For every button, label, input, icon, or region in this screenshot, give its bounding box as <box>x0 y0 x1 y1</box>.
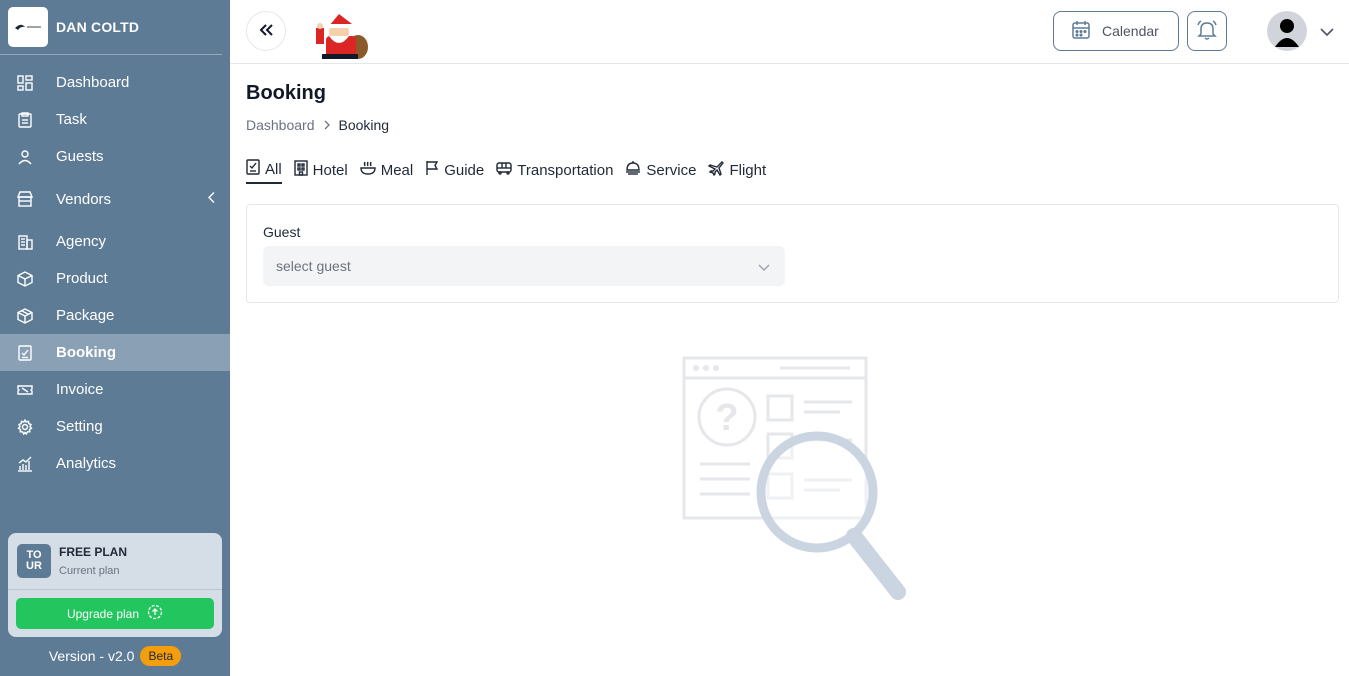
sidebar-item-setting[interactable]: Setting <box>0 408 230 445</box>
booking-type-tabs: All Hotel Meal Guide Transportation Serv… <box>246 159 766 184</box>
tab-label: Hotel <box>312 161 348 179</box>
checklist-icon <box>16 344 34 362</box>
tab-label: Guide <box>444 161 485 179</box>
tab-label: All <box>265 160 282 178</box>
sidebar-item-booking[interactable]: Booking <box>0 334 230 371</box>
breadcrumb-dashboard-link[interactable]: Dashboard <box>246 117 315 133</box>
company-name: DAN COLTD <box>56 19 140 35</box>
dashboard-icon <box>16 74 34 92</box>
calendar-icon <box>1071 20 1091 43</box>
chevron-down-icon[interactable] <box>1319 24 1335 42</box>
sidebar-item-label: Booking <box>56 344 116 361</box>
plan-info: TO UR FREE PLAN Current plan <box>8 533 222 590</box>
sidebar-item-label: Vendors <box>56 190 112 208</box>
upgrade-plan-button[interactable]: Upgrade plan <box>16 598 214 629</box>
brand[interactable]: DAN COLTD <box>0 0 222 55</box>
hotel-icon <box>293 160 308 180</box>
calendar-button[interactable]: Calendar <box>1053 11 1179 51</box>
guest-select[interactable]: select guest <box>263 246 785 286</box>
notifications-button[interactable] <box>1187 11 1227 51</box>
box-icon <box>16 270 34 288</box>
page-title: Booking <box>246 82 326 104</box>
gear-icon <box>16 418 34 436</box>
version-text: Version - v2.0 <box>48 648 135 664</box>
santa-decoration <box>312 14 370 69</box>
top-header: Calendar <box>230 0 1349 64</box>
double-chevron-left-icon <box>258 23 274 40</box>
service-icon <box>625 160 641 180</box>
sidebar-item-agency[interactable]: Agency <box>0 223 230 260</box>
sidebar-item-label: Analytics <box>56 455 117 472</box>
version-info: Version - v2.0 Beta <box>0 646 230 666</box>
tab-label: Transportation <box>517 161 614 179</box>
sidebar-item-label: Guests <box>56 148 104 165</box>
tab-flight[interactable]: Flight <box>708 159 766 184</box>
tab-meal[interactable]: Meal <box>360 159 414 184</box>
sidebar: DAN COLTD Dashboard Task Guests Vendors … <box>0 0 230 676</box>
tab-transportation[interactable]: Transportation <box>496 159 613 184</box>
upgrade-plan-label: Upgrade plan <box>66 606 140 621</box>
plane-icon <box>708 160 725 180</box>
sidebar-item-label: Task <box>56 111 87 128</box>
sidebar-item-label: Setting <box>56 418 103 435</box>
svg-text:?: ? <box>715 397 738 439</box>
chevron-down-icon <box>757 260 771 276</box>
sidebar-item-label: Agency <box>56 233 107 250</box>
sidebar-item-task[interactable]: Task <box>0 101 230 138</box>
sidebar-item-invoice[interactable]: Invoice <box>0 371 230 408</box>
tab-guide[interactable]: Guide <box>425 159 484 184</box>
sidebar-item-analytics[interactable]: Analytics <box>0 445 230 482</box>
upload-icon <box>147 604 163 623</box>
tab-label: Service <box>646 161 697 179</box>
store-icon <box>16 190 34 208</box>
guest-label: Guest <box>263 224 301 240</box>
flag-icon <box>425 160 439 180</box>
empty-state-illustration: ? <box>680 354 910 619</box>
beta-badge: Beta <box>140 646 182 666</box>
plan-card: TO UR FREE PLAN Current plan Upgrade plan <box>8 533 222 637</box>
clipboard-icon <box>16 111 34 129</box>
guest-select-placeholder: select guest <box>276 258 351 274</box>
sidebar-item-label: Product <box>56 270 108 287</box>
sidebar-item-guests[interactable]: Guests <box>0 138 230 175</box>
meal-icon <box>360 160 376 180</box>
sidebar-item-vendors[interactable]: Vendors <box>0 175 230 223</box>
calendar-label: Calendar <box>1102 23 1159 39</box>
building-icon <box>16 233 34 251</box>
sidebar-item-label: Dashboard <box>56 74 130 91</box>
tab-all[interactable]: All <box>246 159 282 184</box>
plan-subtitle: Current plan <box>59 565 120 577</box>
plan-logo: TO UR <box>17 544 51 578</box>
package-icon <box>16 307 34 325</box>
guest-filter-card: Guest select guest <box>246 204 1339 303</box>
tab-service[interactable]: Service <box>625 159 696 184</box>
sidebar-item-product[interactable]: Product <box>0 260 230 297</box>
sidebar-item-package[interactable]: Package <box>0 297 230 334</box>
sidebar-item-label: Package <box>56 307 115 324</box>
tab-label: Flight <box>729 161 767 179</box>
collapse-sidebar-button[interactable] <box>246 11 286 51</box>
plan-title: FREE PLAN <box>59 545 128 559</box>
chevron-right-icon <box>323 117 331 133</box>
main-content: Booking Dashboard Booking All Hotel Meal… <box>230 64 1349 676</box>
checklist-icon <box>246 159 260 179</box>
company-logo <box>8 7 48 47</box>
breadcrumb: Dashboard Booking <box>246 117 389 133</box>
sidebar-nav: Dashboard Task Guests Vendors Agency Pro… <box>0 64 230 482</box>
tab-hotel[interactable]: Hotel <box>293 159 348 184</box>
ticket-icon <box>16 381 34 399</box>
sidebar-item-label: Invoice <box>56 381 104 398</box>
chevron-left-icon <box>208 191 216 208</box>
user-icon <box>16 148 34 166</box>
tab-label: Meal <box>380 161 414 179</box>
chart-icon <box>16 455 34 473</box>
user-avatar[interactable] <box>1267 11 1307 51</box>
bell-icon <box>1196 19 1218 44</box>
sidebar-item-dashboard[interactable]: Dashboard <box>0 64 230 101</box>
bus-icon <box>496 160 512 180</box>
breadcrumb-current: Booking <box>338 117 390 133</box>
